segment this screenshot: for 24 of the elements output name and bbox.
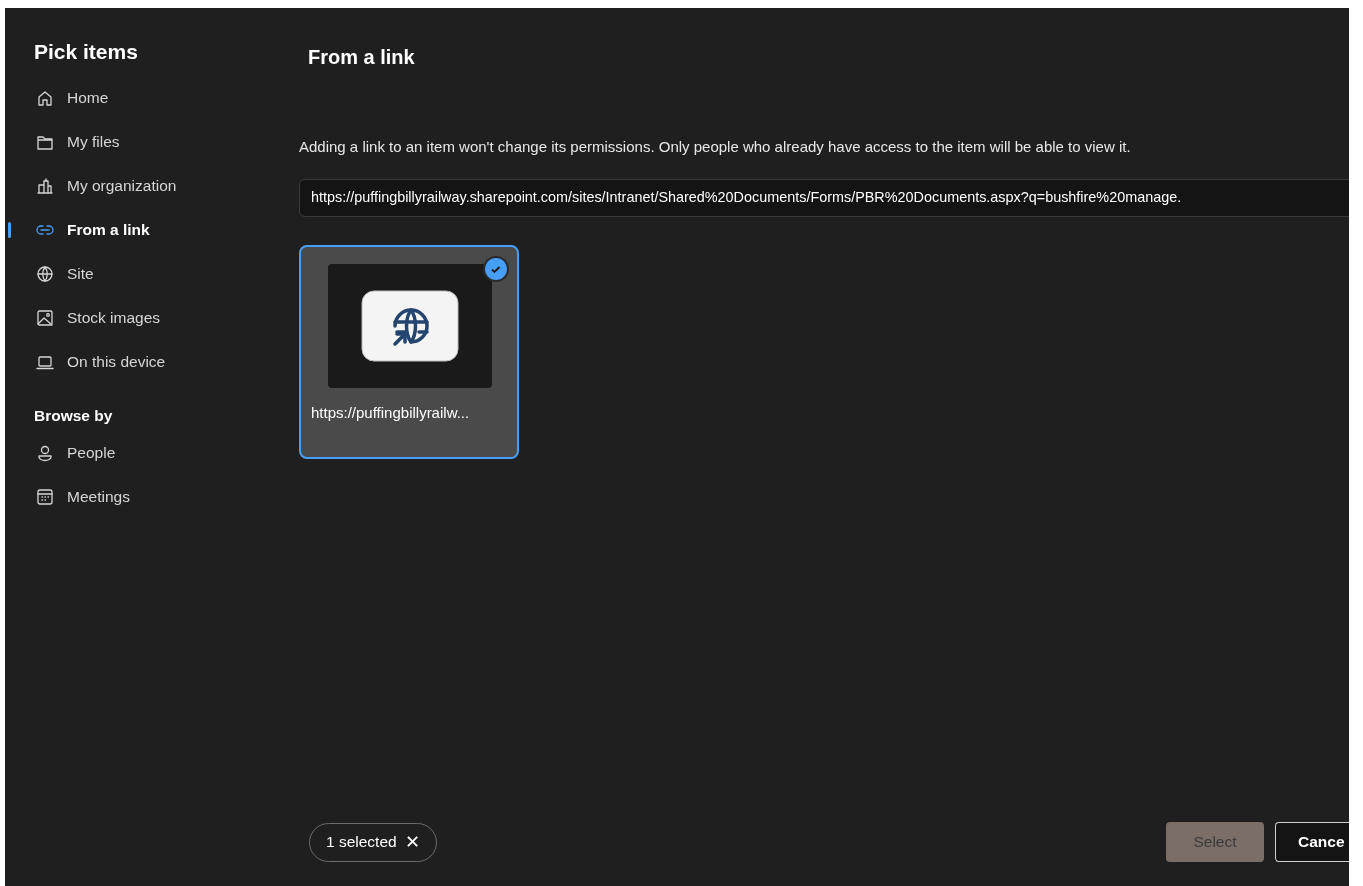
sidebar-item[interactable]: Site [5,251,285,296]
close-icon: ✕ [404,833,420,851]
checkmark-icon [483,255,509,282]
globe-icon [35,263,55,284]
image-icon [35,307,55,328]
calendar-icon [35,486,55,507]
cancel-button[interactable]: Cance [1275,822,1349,862]
url-field[interactable]: https://puffingbillyrailway.sharepoint.com/sites/Intranet/Shared%20Documents/Forms/PBR%20Documents.aspx?q=bushfire%20manage. [299,178,1349,217]
page-heading: From a link [308,45,416,70]
panel-title: Pick items [34,39,139,65]
sidebar-item[interactable]: My organization [5,163,285,208]
sidebar-item[interactable]: Meetings [5,474,285,519]
item-name: https://puffingbillyrailw... [311,402,471,423]
sidebar-item[interactable]: Stock images [5,295,285,340]
info-text: Adding a link to an item won't change its permissions. Only people who already have access to the item will be able to view it. [299,137,1132,157]
sidebar-item[interactable]: People [5,430,285,475]
sidebar-item[interactable]: Home [5,75,285,120]
section-heading: Browse by [34,405,114,426]
sidebar-item[interactable]: From a link [5,207,285,252]
item-tile[interactable]: https://puffingbillyrailw... [299,244,519,459]
sidebar-item[interactable]: On this device [5,339,285,384]
selection-indicator [8,221,11,238]
web-link-icon [361,289,459,362]
sidebar-item[interactable]: My files [5,119,285,164]
